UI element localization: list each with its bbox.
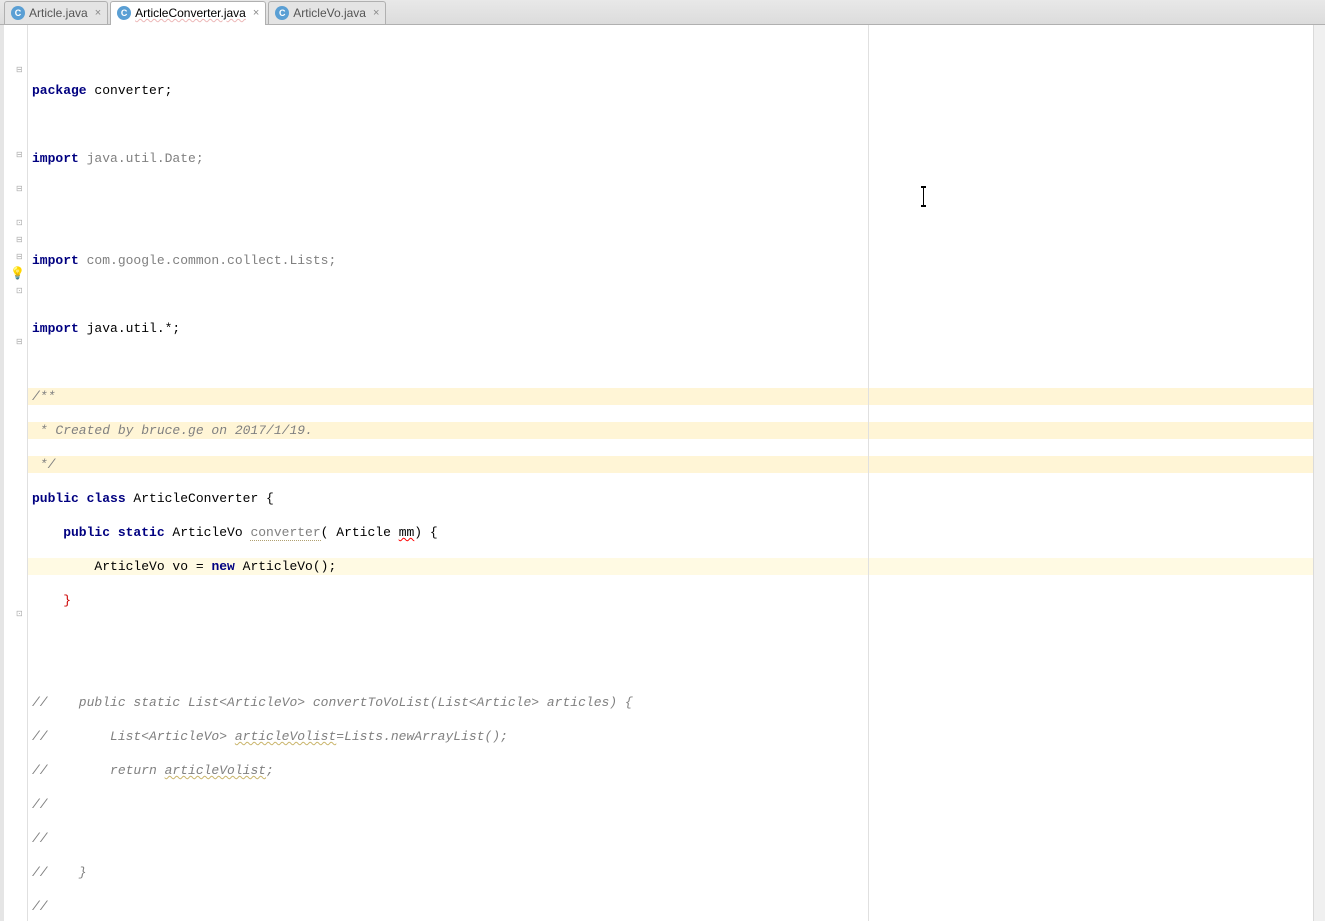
code-text: java.util.*; [79, 321, 180, 336]
code-text: import [32, 151, 79, 166]
text-cursor-icon [923, 188, 924, 205]
tab-articleconverter-java[interactable]: C ArticleConverter.java × [110, 1, 266, 24]
code-text: ArticleVo [165, 525, 251, 540]
code-text: com.google.common.collect.Lists; [79, 253, 336, 268]
fold-icon[interactable]: ⊟ [16, 65, 25, 74]
code-comment: */ [32, 457, 55, 472]
code-text: } [32, 593, 71, 608]
code-text: converter; [87, 83, 173, 98]
tab-label: ArticleVo.java [293, 6, 366, 20]
code-text: converter [250, 525, 320, 541]
fold-icon[interactable]: ⊟ [16, 150, 25, 159]
code-text: ( Article [321, 525, 399, 540]
java-class-icon: C [11, 6, 25, 20]
code-comment: ; [266, 763, 274, 778]
fold-icon[interactable]: ⊡ [16, 286, 25, 295]
code-text: import [32, 253, 79, 268]
right-margin-guide [868, 25, 869, 921]
code-text: java.util.Date; [79, 151, 204, 166]
code-comment: * Created by bruce.ge on 2017/1/19. [32, 423, 313, 438]
code-comment: // [32, 899, 48, 914]
java-class-icon: C [117, 6, 131, 20]
fold-icon[interactable]: ⊟ [16, 337, 25, 346]
code-comment: =Lists.newArrayList(); [336, 729, 508, 744]
editor-tab-bar: C Article.java × C ArticleConverter.java… [0, 0, 1325, 25]
code-comment: // } [32, 865, 87, 880]
editor-gutter[interactable]: ⊟ ⊟ ⊟ ⊡ ⊟ ⊟ 💡 ⊡ ⊟ ⊡ [4, 25, 28, 921]
close-icon[interactable]: × [95, 7, 101, 19]
fold-icon[interactable]: ⊡ [16, 609, 25, 618]
code-text: package [32, 83, 87, 98]
fold-icon[interactable]: ⊟ [16, 252, 25, 261]
intention-bulb-icon[interactable]: 💡 [10, 266, 25, 280]
error-stripe[interactable] [1313, 25, 1325, 921]
code-text: public static [32, 525, 165, 540]
tab-articlevo-java[interactable]: C ArticleVo.java × [268, 1, 386, 24]
tab-article-java[interactable]: C Article.java × [4, 1, 108, 24]
code-text: public class [32, 491, 126, 506]
code-comment: articleVolist [165, 763, 266, 778]
code-text: ) { [414, 525, 437, 540]
code-comment: // [32, 831, 48, 846]
fold-icon[interactable]: ⊟ [16, 235, 25, 244]
fold-icon[interactable]: ⊟ [16, 184, 25, 193]
code-comment: articleVolist [235, 729, 336, 744]
close-icon[interactable]: × [253, 7, 259, 19]
tab-label: Article.java [29, 6, 88, 20]
code-text: mm [399, 525, 415, 540]
code-text: ArticleConverter { [126, 491, 274, 506]
editor-area: ⊟ ⊟ ⊟ ⊡ ⊟ ⊟ 💡 ⊡ ⊟ ⊡ package converter; i… [0, 25, 1325, 921]
java-class-icon: C [275, 6, 289, 20]
code-text: ArticleVo vo = [32, 559, 211, 574]
fold-icon[interactable]: ⊡ [16, 218, 25, 227]
tab-label: ArticleConverter.java [135, 6, 246, 20]
close-icon[interactable]: × [373, 7, 379, 19]
code-text: ArticleVo(); [235, 559, 336, 574]
code-comment: // public static List<ArticleVo> convert… [32, 695, 633, 710]
code-comment: /** [32, 389, 55, 404]
code-comment: // List<ArticleVo> [32, 729, 235, 744]
code-editor[interactable]: package converter; import java.util.Date… [28, 25, 1313, 921]
code-comment: // return [32, 763, 165, 778]
code-text: import [32, 321, 79, 336]
code-comment: // [32, 797, 48, 812]
code-text: new [211, 559, 234, 574]
